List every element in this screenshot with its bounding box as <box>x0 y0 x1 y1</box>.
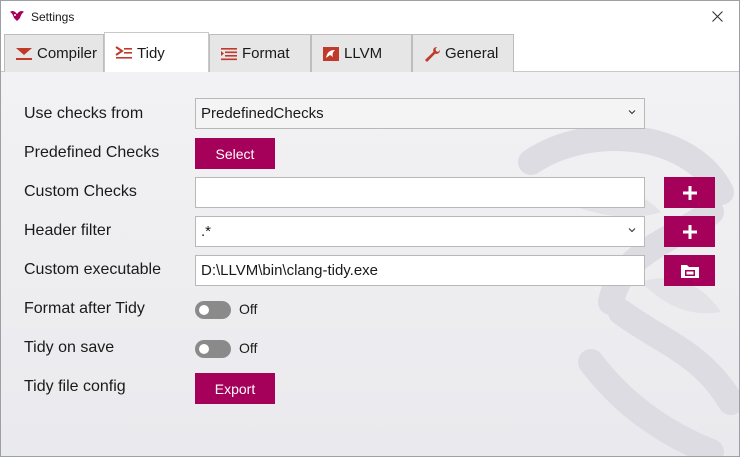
title-bar: Settings <box>1 1 739 32</box>
wrench-icon <box>423 46 441 62</box>
header-filter-value: .* <box>201 223 212 240</box>
add-header-filter-button[interactable] <box>664 216 715 247</box>
tab-llvm-label: LLVM <box>344 45 383 62</box>
llvm-icon <box>322 46 340 62</box>
custom-executable-label: Custom executable <box>24 261 161 278</box>
browse-executable-button[interactable] <box>664 255 715 286</box>
plus-icon <box>682 185 697 200</box>
tab-tidy-label: Tidy <box>137 44 165 62</box>
tab-tidy[interactable]: Tidy <box>104 32 209 73</box>
app-logo-icon <box>10 10 24 21</box>
tab-general[interactable]: General <box>412 34 514 72</box>
select-checks-button[interactable]: Select <box>195 138 275 169</box>
tab-format[interactable]: Format <box>209 34 311 72</box>
tidy-icon <box>115 45 133 61</box>
compiler-icon <box>15 46 33 62</box>
toggle-knob <box>199 305 209 315</box>
tab-compiler[interactable]: Compiler <box>4 34 104 72</box>
toggle-knob <box>199 344 209 354</box>
tab-llvm[interactable]: LLVM <box>311 34 412 72</box>
export-config-button[interactable]: Export <box>195 373 275 404</box>
custom-executable-value: D:\LLVM\bin\clang-tidy.exe <box>201 262 379 279</box>
use-checks-from-label: Use checks from <box>24 105 144 122</box>
tidy-on-save-state: Off <box>239 340 258 356</box>
tab-compiler-label: Compiler <box>37 45 98 62</box>
chevron-down-icon <box>628 228 636 233</box>
format-after-tidy-toggle[interactable] <box>195 301 231 319</box>
predefined-checks-label: Predefined Checks <box>24 144 160 161</box>
format-after-tidy-state: Off <box>239 301 258 317</box>
custom-executable-input[interactable]: D:\LLVM\bin\clang-tidy.exe <box>195 255 645 286</box>
tidy-file-config-label: Tidy file config <box>24 378 126 395</box>
add-custom-check-button[interactable] <box>664 177 715 208</box>
use-checks-from-select[interactable]: PredefinedChecks <box>195 98 645 129</box>
close-icon <box>711 10 723 22</box>
format-icon <box>220 46 238 62</box>
tidy-settings-panel: Use checks from PredefinedChecks Predefi… <box>1 72 739 456</box>
plus-icon <box>682 224 697 239</box>
format-after-tidy-label: Format after Tidy <box>24 300 145 317</box>
close-button[interactable] <box>699 1 735 31</box>
tab-format-label: Format <box>242 45 290 62</box>
custom-checks-input[interactable] <box>195 177 645 208</box>
window-title: Settings <box>31 10 75 24</box>
header-filter-label: Header filter <box>24 222 112 239</box>
chevron-down-icon <box>628 110 636 115</box>
tab-bar: Compiler Tidy Format LLVM General <box>1 32 739 73</box>
folder-icon <box>680 264 699 278</box>
tab-general-label: General <box>445 45 499 62</box>
tidy-on-save-toggle[interactable] <box>195 340 231 358</box>
settings-window: Settings Compiler Tidy Format LLVM Gener… <box>0 0 740 457</box>
custom-checks-label: Custom Checks <box>24 183 137 200</box>
use-checks-from-value: PredefinedChecks <box>201 105 324 122</box>
tidy-on-save-label: Tidy on save <box>24 339 115 356</box>
header-filter-combobox[interactable]: .* <box>195 216 645 247</box>
